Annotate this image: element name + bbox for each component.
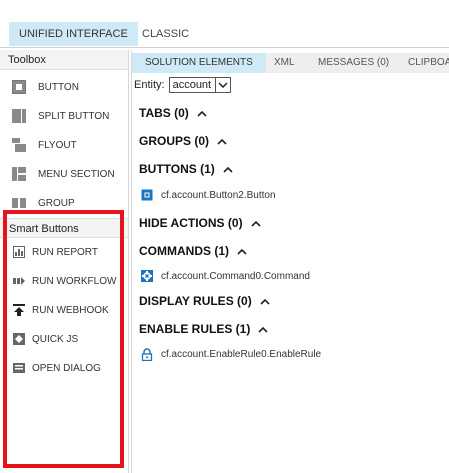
section-display-rules[interactable]: DISPLAY RULES (0) [139,294,270,308]
tab-classic[interactable]: CLASSIC [132,22,199,46]
tab-clipboard[interactable]: CLIPBOARD [398,53,449,73]
chevron-up-icon[interactable] [237,248,247,255]
smart-button-label: RUN REPORT [32,246,98,258]
smart-button-run-report[interactable]: RUN REPORT [0,238,128,266]
smart-button-open-dialog[interactable]: OPEN DIALOG [0,354,128,382]
top-divider [0,47,449,48]
section-title: GROUPS (0) [139,134,210,148]
section-title: HIDE ACTIONS (0) [139,216,243,230]
smart-button-label: QUICK JS [32,333,79,345]
toolbox-item-label: FLYOUT [38,139,77,151]
toolbox-item-button[interactable]: BUTTON [0,73,128,101]
toolbox-item-split-button[interactable]: SPLIT BUTTON [0,102,128,130]
button-item-icon [141,189,153,201]
toolbox-item-menu-section[interactable]: MENU SECTION [0,160,128,188]
menu-section-icon [12,167,26,181]
toolbox-item-label: SPLIT BUTTON [38,110,110,122]
toolbox-item-label: BUTTON [38,81,79,93]
enable-rule-entry[interactable]: cf.account.EnableRule0.EnableRule [141,347,322,361]
entry-label: cf.account.Button2.Button [161,189,276,201]
smart-button-run-workflow[interactable]: RUN WORKFLOW [0,267,128,295]
group-icon [12,196,26,210]
split-button-icon [12,109,26,123]
tab-unified-interface[interactable]: UNIFIED INTERFACE [9,22,138,46]
entry-label: cf.account.Command0.Command [161,270,310,282]
section-commands[interactable]: COMMANDS (1) [139,244,247,258]
chevron-up-icon[interactable] [258,326,268,333]
section-title: ENABLE RULES (1) [139,322,251,336]
section-title: COMMANDS (1) [139,244,229,258]
toolbox-item-group[interactable]: GROUP [0,189,128,217]
chevron-up-icon[interactable] [260,298,270,305]
button-icon [12,80,26,94]
entity-row: Entity: account [134,76,232,94]
section-hide-actions[interactable]: HIDE ACTIONS (0) [139,216,261,230]
section-tabs[interactable]: TABS (0) [139,106,207,120]
report-icon [13,246,25,258]
workflow-icon [13,275,25,287]
mode-tabs: UNIFIED INTERFACE CLASSIC [0,0,449,47]
section-buttons[interactable]: BUTTONS (1) [139,162,233,176]
flyout-icon [12,138,26,152]
tab-messages[interactable]: MESSAGES (0) [308,53,399,73]
smart-button-label: RUN WEBHOOK [32,304,109,316]
smart-buttons-title: Smart Buttons [0,218,128,238]
chevron-up-icon[interactable] [197,110,207,117]
smart-button-label: RUN WORKFLOW [32,275,117,287]
toolbox-item-label: GROUP [38,197,75,209]
chevron-down-icon [215,78,230,92]
smart-button-run-webhook[interactable]: RUN WEBHOOK [0,296,128,324]
toolbox-item-label: MENU SECTION [38,168,115,180]
section-title: DISPLAY RULES (0) [139,294,252,308]
webhook-icon [13,304,25,316]
toolbox-title: Toolbox [0,50,128,70]
toolbox-item-flyout[interactable]: FLYOUT [0,131,128,159]
section-title: TABS (0) [139,106,189,120]
smart-button-quick-js[interactable]: QUICK JS [0,325,128,353]
toolbox-panel: Toolbox BUTTON SPLIT BUTTON FLYOUT MENU … [0,50,128,473]
panel-divider [131,50,132,473]
button-entry[interactable]: cf.account.Button2.Button [141,189,276,201]
command-icon [141,270,153,282]
chevron-up-icon[interactable] [217,138,227,145]
entity-value: account [172,79,212,91]
smart-button-label: OPEN DIALOG [32,362,101,374]
chevron-up-icon[interactable] [223,166,233,173]
entry-label: cf.account.EnableRule0.EnableRule [161,348,322,360]
chevron-up-icon[interactable] [250,220,261,227]
right-panel-tabs: SOLUTION ELEMENTS XML MESSAGES (0) CLIPB… [132,53,449,73]
panel-divider [128,50,129,473]
lock-icon [141,347,153,361]
section-title: BUTTONS (1) [139,162,215,176]
tab-solution-elements[interactable]: SOLUTION ELEMENTS [132,53,266,73]
section-enable-rules[interactable]: ENABLE RULES (1) [139,322,268,336]
entity-label: Entity: [134,79,165,91]
tab-xml[interactable]: XML [264,53,305,73]
section-groups[interactable]: GROUPS (0) [139,134,227,148]
dialog-icon [13,362,25,374]
command-entry[interactable]: cf.account.Command0.Command [141,270,310,282]
entity-select[interactable]: account [168,77,232,93]
quick-js-icon [13,333,25,345]
